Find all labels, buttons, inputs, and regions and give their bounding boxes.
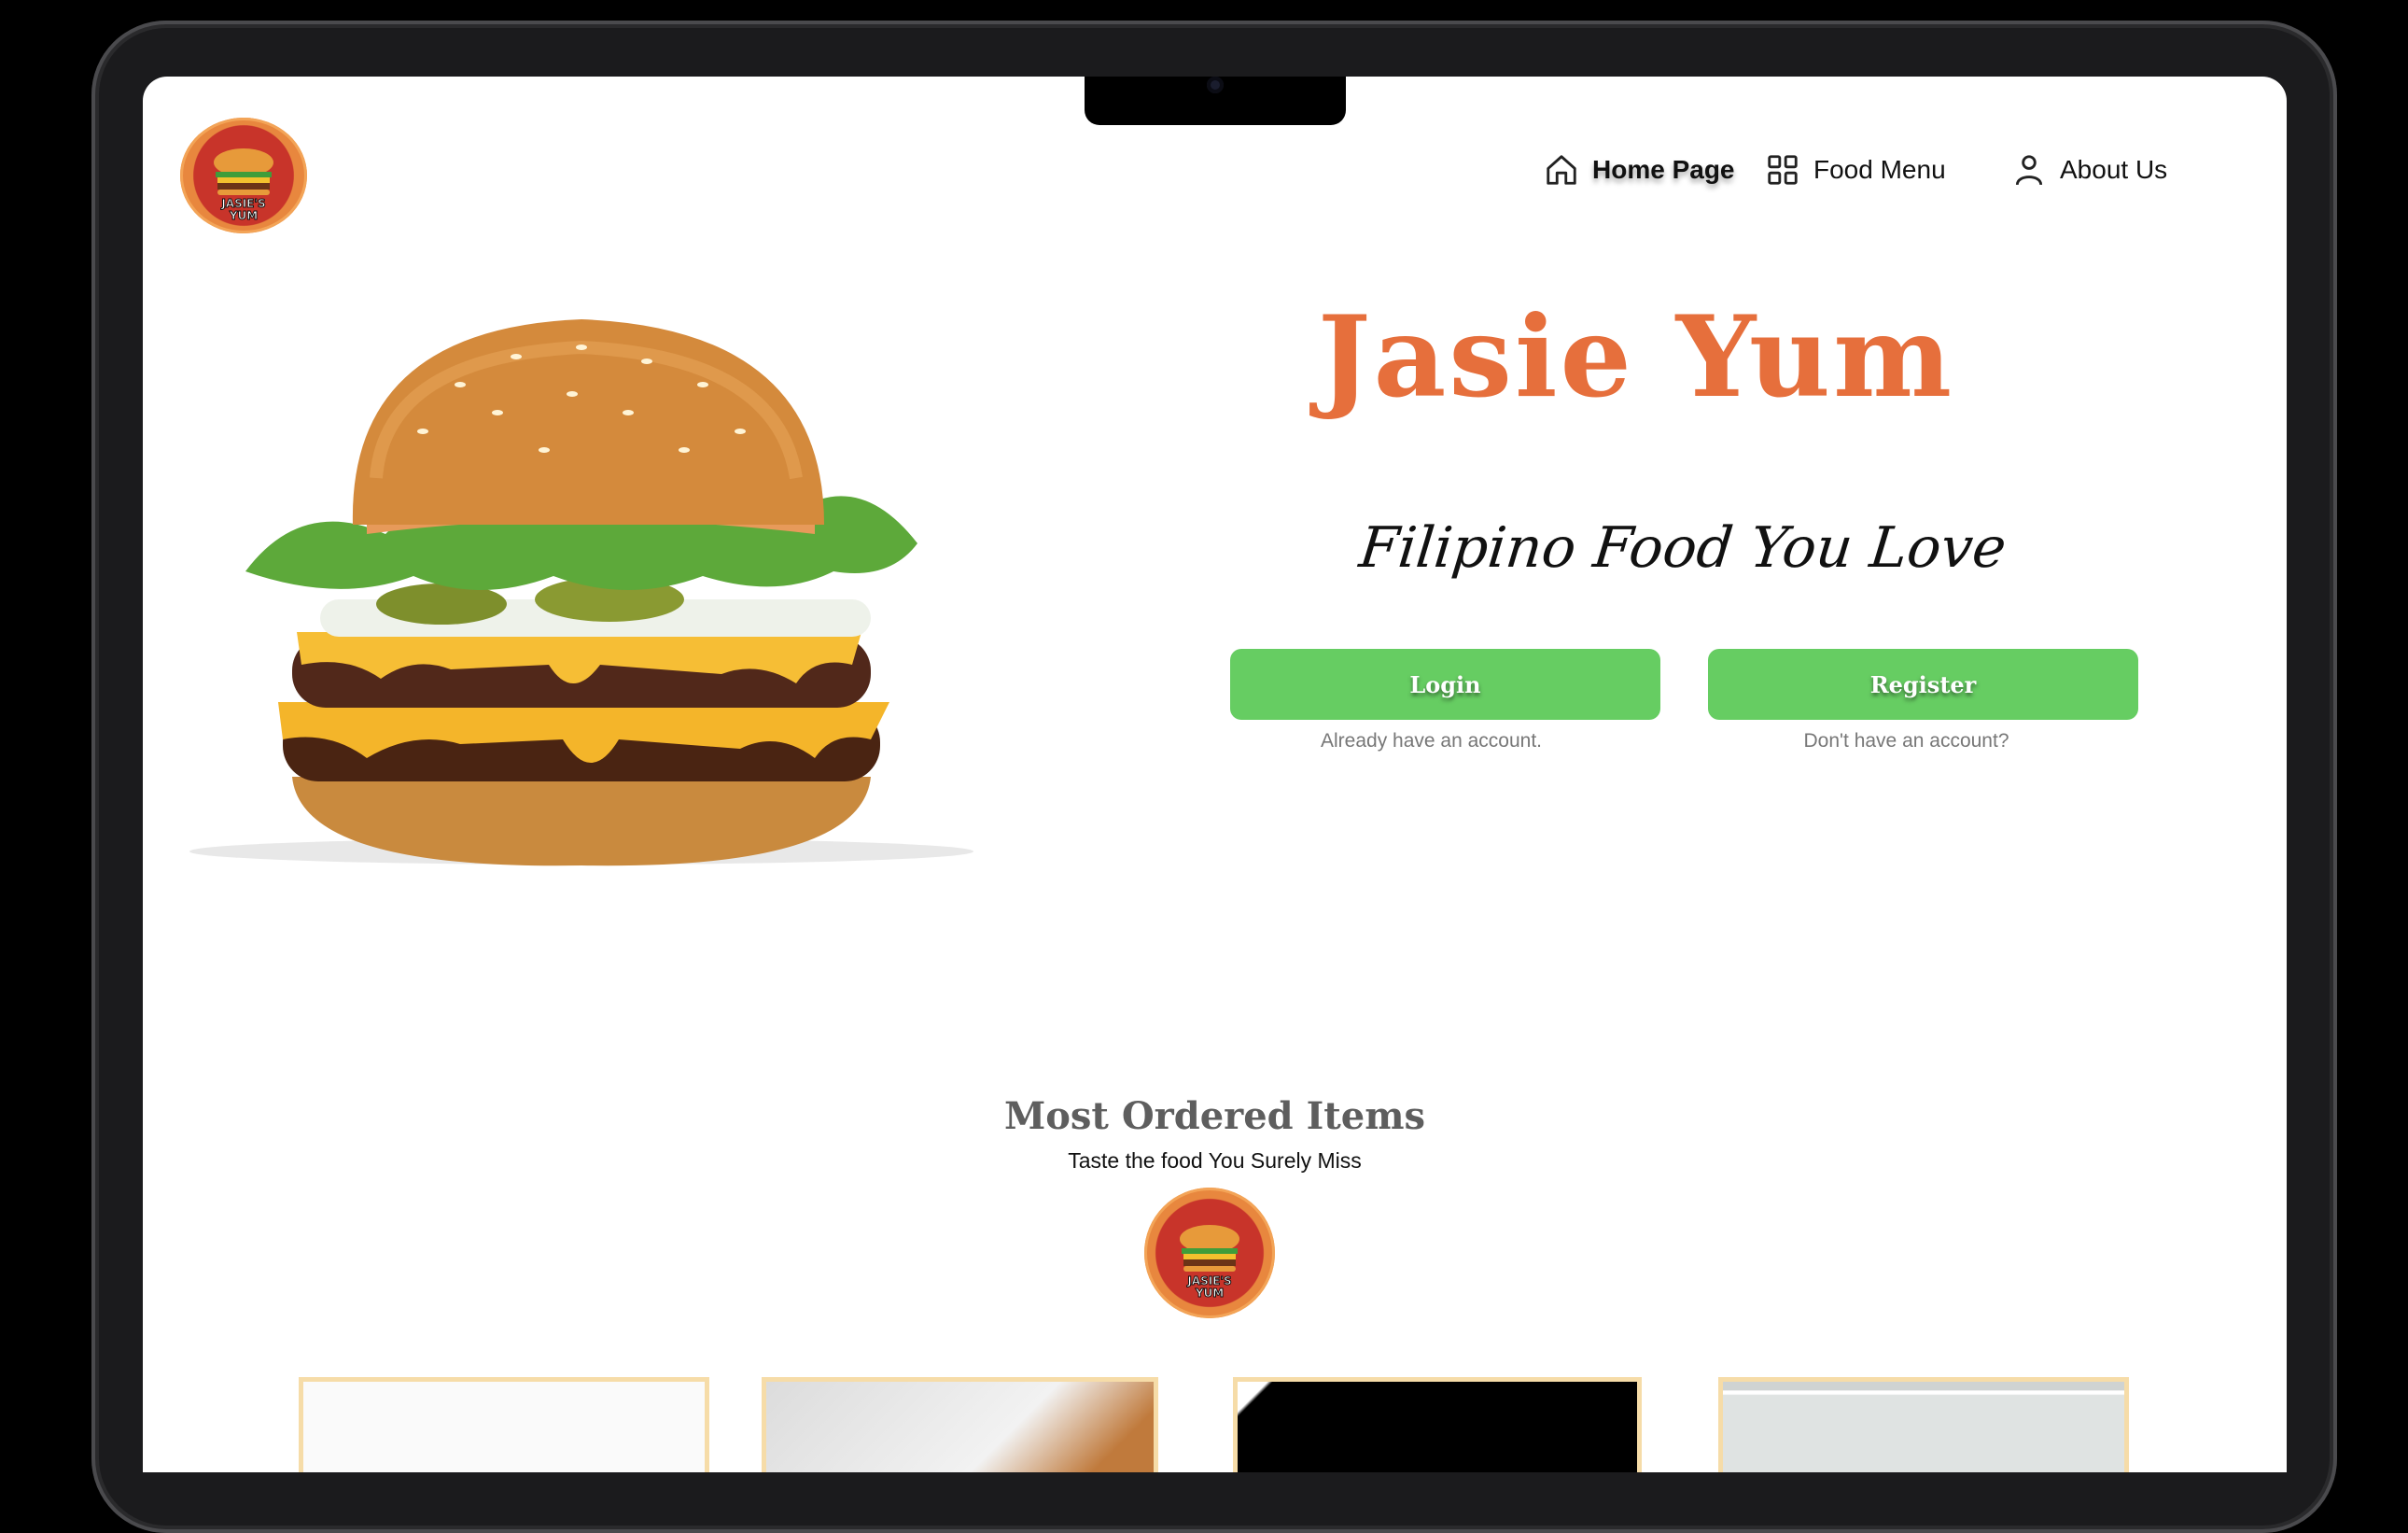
logo-text-line1: JASIE'S	[1187, 1274, 1232, 1287]
item-card[interactable]	[299, 1377, 709, 1472]
section-title: Most Ordered Items	[1003, 1094, 1426, 1138]
item-card[interactable]	[1718, 1377, 2129, 1472]
register-hint: Don't have an account?	[1803, 730, 2009, 752]
login-hint: Already have an account.	[1321, 730, 1542, 752]
register-button[interactable]: Register	[1708, 649, 2138, 720]
browser-viewport: JASIE'S YUM Home Page Food Menu About Us…	[143, 77, 2287, 1472]
home-icon	[1547, 155, 1576, 185]
grid-icon	[1768, 155, 1798, 185]
nav-food-menu-label: Food Menu	[1813, 155, 1946, 184]
camera-notch	[1085, 77, 1346, 125]
top-navigation: Home Page Food Menu About Us	[143, 133, 2287, 207]
hero-title: Jasie Yum	[1317, 291, 1955, 423]
nav-about-us-label: About Us	[2060, 155, 2168, 184]
logo-text-line2: YUM	[229, 209, 259, 222]
camera-icon	[1207, 77, 1224, 93]
item-card[interactable]	[1233, 1377, 1642, 1472]
nav-about-us[interactable]: About Us	[2011, 133, 2167, 207]
hero-burger-image	[189, 319, 973, 866]
logo-text-line2: YUM	[1195, 1287, 1225, 1300]
hero-tagline: Filipino Food You Love	[1356, 515, 2009, 581]
login-button[interactable]: Login	[1230, 649, 1660, 720]
user-icon	[2015, 155, 2043, 186]
section-subtitle: Taste the food You Surely Miss	[1068, 1148, 1362, 1173]
nav-home-label: Home Page	[1592, 155, 1735, 184]
item-card[interactable]	[762, 1377, 1158, 1472]
nav-home[interactable]: Home Page	[1544, 133, 1735, 207]
nav-food-menu[interactable]: Food Menu	[1765, 133, 1946, 207]
section-logo: JASIE'S YUM	[1144, 1188, 1275, 1318]
